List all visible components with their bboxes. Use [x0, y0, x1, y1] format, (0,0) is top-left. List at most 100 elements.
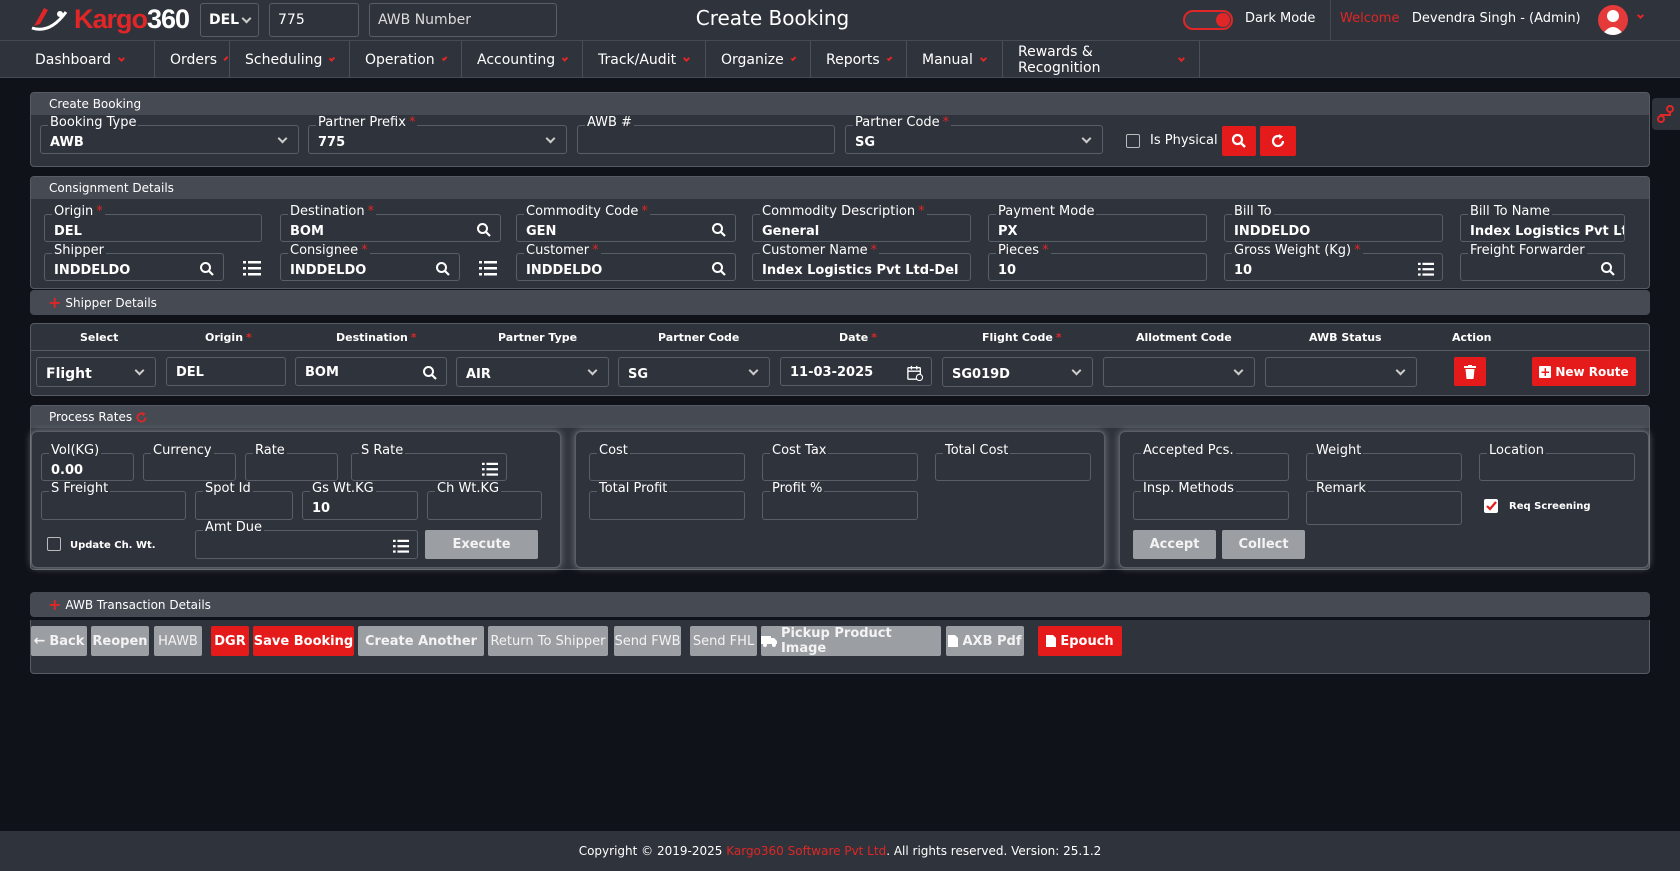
- freight-forwarder-field[interactable]: Freight Forwarder: [1460, 244, 1625, 281]
- consignee-field[interactable]: Consignee * INDDELDO: [280, 244, 460, 281]
- customer-name-field[interactable]: Customer Name * Index Logistics Pvt Ltd-De…: [752, 244, 971, 281]
- cost-field[interactable]: Cost: [589, 444, 745, 481]
- delete-route-button[interactable]: [1454, 357, 1486, 386]
- partner-code-select[interactable]: Partner Code * SG: [845, 116, 1103, 154]
- shipper-details-toggle[interactable]: + Shipper Details: [30, 290, 1650, 315]
- update-ch-wt-checkbox[interactable]: [47, 537, 61, 551]
- back-button[interactable]: ← Back: [31, 626, 87, 656]
- partner-type-select[interactable]: AIR: [456, 357, 609, 387]
- customer-field[interactable]: Customer * INDDELDO: [516, 244, 736, 281]
- send-fhl-button[interactable]: Send FHL: [690, 626, 757, 656]
- payment-mode-field[interactable]: Payment Mode PX: [988, 205, 1207, 242]
- flight-code-select[interactable]: SG019D: [942, 357, 1093, 387]
- new-route-button[interactable]: + New Route: [1532, 357, 1636, 386]
- awb-number-field[interactable]: AWB #: [577, 116, 835, 154]
- field-label: Bill To Name: [1468, 204, 1553, 219]
- collect-button[interactable]: Collect: [1222, 530, 1305, 559]
- total-cost-field[interactable]: Total Cost: [935, 444, 1091, 481]
- menu-operation[interactable]: Operation: [350, 41, 462, 78]
- bill-to-name-field[interactable]: Bill To Name Index Logistics Pvt Ltd: [1460, 205, 1625, 242]
- menu-manual[interactable]: Manual: [907, 41, 1003, 78]
- create-another-button[interactable]: Create Another: [358, 626, 484, 656]
- destination-field[interactable]: Destination * BOM: [280, 205, 501, 242]
- amt-due-field[interactable]: Amt Due: [195, 521, 418, 559]
- search-icon[interactable]: [711, 261, 727, 277]
- gs-wt-field[interactable]: Gs Wt.KG 10: [302, 482, 418, 520]
- commodity-code-field[interactable]: Commodity Code * GEN: [516, 205, 736, 242]
- save-booking-button[interactable]: Save Booking: [253, 626, 354, 656]
- send-fwb-button[interactable]: Send FWB: [614, 626, 681, 656]
- search-button[interactable]: [1222, 126, 1256, 156]
- list-icon[interactable]: [1418, 261, 1434, 277]
- company-link[interactable]: Kargo360 Software Pvt Ltd: [726, 844, 886, 858]
- chevron-down-icon[interactable]: [1636, 11, 1645, 20]
- bill-to-field[interactable]: Bill To INDDELDO: [1224, 205, 1443, 242]
- flight-date-field[interactable]: 11-03-2025: [780, 357, 932, 386]
- shipper-field[interactable]: Shipper INDDELDO: [44, 244, 224, 281]
- list-icon[interactable]: [482, 461, 498, 477]
- ch-wt-field[interactable]: Ch Wt.KG: [427, 482, 542, 520]
- avatar[interactable]: [1598, 5, 1628, 35]
- awb-transaction-toggle[interactable]: + AWB Transaction Details: [30, 592, 1650, 617]
- spot-id-field[interactable]: Spot Id: [195, 482, 293, 520]
- refresh-icon[interactable]: [135, 411, 148, 424]
- commodity-description-field[interactable]: Commodity Description * General: [752, 205, 971, 242]
- menu-track-audit[interactable]: Track/Audit: [583, 41, 706, 78]
- reopen-button[interactable]: Reopen: [91, 626, 149, 656]
- list-icon[interactable]: [393, 538, 409, 554]
- s-freight-field[interactable]: S Freight: [41, 482, 186, 520]
- insp-methods-field[interactable]: Insp. Methods: [1133, 482, 1289, 520]
- currency-field[interactable]: Currency: [143, 444, 236, 481]
- location-field[interactable]: Location: [1479, 444, 1635, 481]
- route-destination-field[interactable]: BOM: [295, 357, 447, 386]
- weight-field[interactable]: Weight: [1306, 444, 1462, 481]
- accept-button[interactable]: Accept: [1133, 530, 1216, 559]
- total-profit-field[interactable]: Total Profit: [589, 482, 745, 520]
- menu-dashboard[interactable]: Dashboard: [0, 41, 155, 78]
- dark-mode-toggle[interactable]: [1183, 10, 1233, 30]
- menu-rewards[interactable]: Rewards & Recognition: [1003, 41, 1200, 78]
- list-icon[interactable]: [479, 260, 497, 276]
- pieces-field[interactable]: Pieces * 10: [988, 244, 1207, 281]
- origin-field[interactable]: Origin * DEL: [44, 205, 262, 242]
- pickup-product-image-button[interactable]: Pickup Product Image: [761, 626, 941, 656]
- menu-accounting[interactable]: Accounting: [462, 41, 583, 78]
- search-icon[interactable]: [199, 261, 215, 277]
- search-icon[interactable]: [476, 222, 492, 238]
- axb-pdf-button[interactable]: AXB Pdf: [946, 626, 1024, 656]
- epouch-button[interactable]: Epouch: [1038, 626, 1122, 656]
- search-icon[interactable]: [435, 261, 451, 277]
- menu-reports[interactable]: Reports: [811, 41, 907, 78]
- search-icon[interactable]: [1600, 261, 1616, 277]
- vol-kg-field[interactable]: Vol(KG) 0.00: [41, 444, 134, 481]
- dgr-button[interactable]: DGR: [211, 626, 249, 656]
- profit-percent-field[interactable]: Profit %: [762, 482, 918, 520]
- search-icon[interactable]: [422, 365, 438, 381]
- partner-prefix-select[interactable]: Partner Prefix * 775: [308, 116, 567, 154]
- list-icon[interactable]: [243, 260, 261, 276]
- accepted-pcs-field[interactable]: Accepted Pcs.: [1133, 444, 1289, 481]
- allotment-code-select[interactable]: [1103, 357, 1255, 387]
- menu-organize[interactable]: Organize: [706, 41, 811, 78]
- remark-field[interactable]: Remark: [1306, 482, 1462, 525]
- route-shortcut-button[interactable]: [1652, 98, 1680, 130]
- route-origin-field[interactable]: DEL: [166, 357, 286, 386]
- route-select-dropdown[interactable]: Flight: [36, 357, 156, 387]
- cost-tax-field[interactable]: Cost Tax: [762, 444, 918, 481]
- route-partner-code-select[interactable]: SG: [618, 357, 770, 387]
- reset-button[interactable]: [1260, 126, 1296, 156]
- execute-button[interactable]: Execute: [425, 530, 538, 559]
- rate-field[interactable]: Rate: [245, 444, 338, 481]
- menu-scheduling[interactable]: Scheduling: [230, 41, 350, 78]
- calendar-icon[interactable]: [907, 365, 923, 381]
- s-rate-field[interactable]: S Rate: [351, 444, 507, 481]
- is-physical-checkbox[interactable]: [1126, 134, 1140, 148]
- return-to-shipper-button[interactable]: Return To Shipper: [488, 626, 608, 656]
- search-icon[interactable]: [711, 222, 727, 238]
- awb-status-select[interactable]: [1265, 357, 1417, 387]
- gross-weight-field[interactable]: Gross Weight (Kg) * 10: [1224, 244, 1443, 281]
- booking-type-select[interactable]: Booking Type AWB: [40, 116, 299, 154]
- menu-orders[interactable]: Orders: [155, 41, 230, 78]
- hawb-button[interactable]: HAWB: [154, 626, 202, 656]
- req-screening-checkbox[interactable]: [1484, 499, 1498, 513]
